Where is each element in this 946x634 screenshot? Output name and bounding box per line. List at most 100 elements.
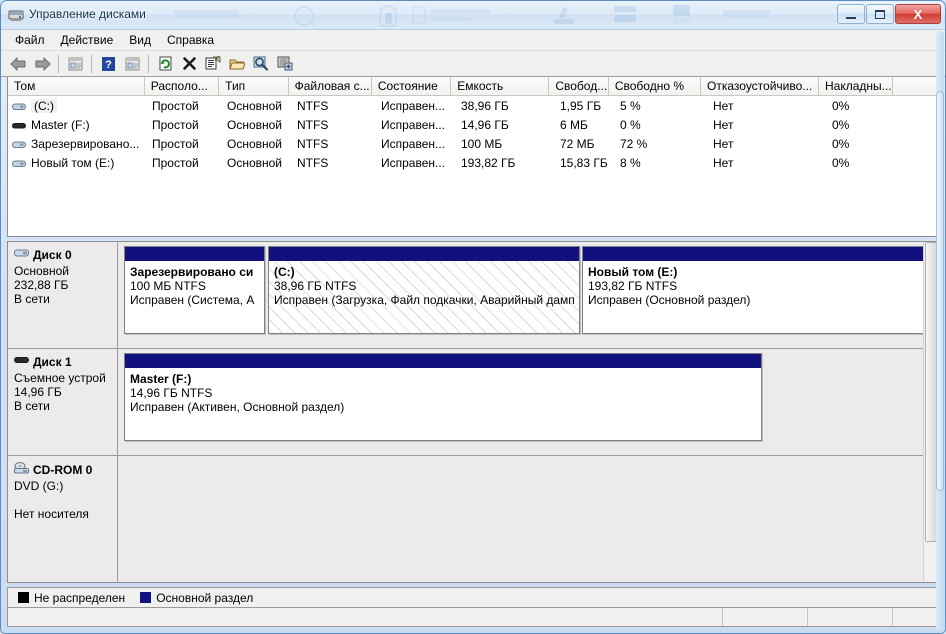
partition-e-drive[interactable]: Новый том (E:) 193,82 ГБ NTFS Исправен (…	[582, 246, 938, 334]
column-header-free-space[interactable]: Свобод...	[549, 77, 609, 95]
cell-volume[interactable]: (C:)	[8, 98, 146, 113]
disk-name-label: CD-ROM 0	[33, 462, 93, 477]
status-cell-0	[8, 608, 723, 626]
disk-size-label: 14,96 ГБ	[14, 385, 62, 399]
legend-bar: Не распределен Основной раздел	[7, 587, 939, 607]
table-row[interactable]: (C:) Простой Основной NTFS Исправен... 3…	[8, 96, 938, 115]
help-icon[interactable]: ?	[97, 53, 119, 75]
column-header-filesystem[interactable]: Файловая с...	[288, 77, 372, 95]
cell-type: Основной	[227, 117, 283, 132]
cell-layout: Простой	[152, 117, 199, 132]
disk-info-1[interactable]: Диск 1 Съемное устрой 14,96 ГБ В сети	[8, 349, 118, 455]
forward-arrow-icon[interactable]	[31, 53, 53, 75]
window-title: Управление дисками	[29, 7, 146, 21]
volume-name-label: Master (F:)	[31, 117, 90, 132]
disk-row-1[interactable]: Диск 1 Съемное устрой 14,96 ГБ В сети Ma…	[8, 349, 938, 456]
disk-title-0: Диск 0	[14, 248, 113, 262]
cell-capacity: 193,82 ГБ	[461, 155, 516, 170]
disk-partitions-0: Зарезервировано си 100 МБ NTFS Исправен …	[118, 242, 938, 348]
toolbar-separator-1	[58, 54, 59, 73]
menu-item-view[interactable]: Вид	[121, 31, 159, 49]
column-header-capacity[interactable]: Емкость	[451, 77, 550, 95]
title-bar: Управление дисками X	[1, 1, 945, 30]
status-cell-3	[893, 608, 938, 626]
column-header-status[interactable]: Состояние	[371, 77, 452, 95]
table-row[interactable]: Master (F:) Простой Основной NTFS Исправ…	[8, 115, 938, 134]
cell-filesystem: NTFS	[297, 98, 329, 113]
no-media-area	[118, 456, 938, 582]
status-cell-1	[723, 608, 808, 626]
disk-row-0[interactable]: Диск 0 Основной 232,88 ГБ В сети Зарезер…	[8, 242, 938, 349]
disk-partitions-cdrom	[118, 456, 938, 582]
column-header-fault-tolerance[interactable]: Отказоустойчиво...	[701, 77, 819, 95]
cell-overhead: 0%	[832, 117, 850, 132]
volume-name-label: (C:)	[31, 98, 57, 113]
partition-title: Новый том (E:)	[588, 265, 678, 279]
cell-status: Исправен...	[381, 117, 446, 132]
maximize-button[interactable]	[866, 4, 894, 24]
properties-icon[interactable]	[202, 53, 224, 75]
menu-item-help[interactable]: Справка	[159, 31, 222, 49]
cell-overhead: 0%	[832, 98, 850, 113]
legend-label-unallocated: Не распределен	[34, 590, 126, 605]
partition-details: Новый том (E:) 193,82 ГБ NTFS Исправен (…	[583, 261, 938, 333]
refresh-icon[interactable]	[154, 53, 176, 75]
column-header-free-percent[interactable]: Свободно %	[608, 77, 702, 95]
cell-free-space: 6 МБ	[560, 117, 588, 132]
cell-volume[interactable]: Master (F:)	[8, 118, 146, 132]
delete-icon[interactable]	[178, 53, 200, 75]
partition-color-bar	[583, 247, 938, 261]
legend-swatch-primary-partition	[140, 592, 152, 603]
disk-type-label: Основной	[14, 264, 70, 278]
partition-details: Master (F:) 14,96 ГБ NTFS Исправен (Акти…	[125, 368, 761, 440]
partition-system-reserved[interactable]: Зарезервировано си 100 МБ NTFS Исправен …	[124, 246, 265, 334]
column-header-type[interactable]: Тип	[219, 77, 289, 95]
search-icon[interactable]	[250, 53, 272, 75]
cell-capacity: 100 МБ	[461, 136, 503, 151]
partition-title: (C:)	[274, 265, 295, 279]
cell-capacity: 38,96 ГБ	[461, 98, 509, 113]
disk-info-0[interactable]: Диск 0 Основной 232,88 ГБ В сети	[8, 242, 118, 348]
cell-volume[interactable]: Новый том (E:)	[8, 156, 146, 170]
cdrom-drive-letter-label: DVD (G:)	[14, 479, 64, 493]
close-button[interactable]: X	[895, 4, 941, 24]
partition-color-bar	[125, 354, 761, 368]
cell-volume[interactable]: Зарезервировано...	[8, 137, 146, 151]
volume-list-header: Том Располо... Тип Файловая с... Состоян…	[8, 77, 938, 96]
cell-free-percent: 0 %	[620, 117, 641, 132]
cell-layout: Простой	[152, 98, 199, 113]
table-row[interactable]: Зарезервировано... Простой Основной NTFS…	[8, 134, 938, 153]
menu-bar: Файл Действие Вид Справка	[1, 30, 945, 51]
cdrom-icon	[14, 462, 29, 477]
menu-item-file[interactable]: Файл	[7, 31, 53, 49]
show-hide-console-tree-icon[interactable]	[121, 53, 143, 75]
window-scrollbar-thumb[interactable]	[936, 91, 944, 491]
column-header-volume[interactable]: Том	[8, 77, 145, 95]
back-arrow-icon[interactable]	[7, 53, 29, 75]
column-header-overhead[interactable]: Накладны...	[818, 77, 894, 95]
open-folder-icon[interactable]	[226, 53, 248, 75]
partition-size-fs: 14,96 ГБ NTFS	[130, 386, 213, 400]
disk-row-cdrom[interactable]: CD-ROM 0 DVD (G:) Нет носителя	[8, 456, 938, 582]
window-controls: X	[837, 4, 941, 24]
partition-size-fs: 193,82 ГБ NTFS	[588, 279, 678, 293]
window-vertical-scrollbar[interactable]	[936, 31, 944, 631]
cell-capacity: 14,96 ГБ	[461, 117, 509, 132]
toolbar: ?	[1, 51, 945, 77]
table-row[interactable]: Новый том (E:) Простой Основной NTFS Исп…	[8, 153, 938, 172]
partition-size-fs: 100 МБ NTFS	[130, 279, 206, 293]
partition-c-drive[interactable]: (C:) 38,96 ГБ NTFS Исправен (Загрузка, Ф…	[268, 246, 580, 334]
minimize-button[interactable]	[837, 4, 865, 24]
cell-free-space: 1,95 ГБ	[560, 98, 602, 113]
menu-item-action[interactable]: Действие	[53, 31, 122, 49]
cell-free-space: 72 МБ	[560, 136, 595, 151]
disk-info-cdrom[interactable]: CD-ROM 0 DVD (G:) Нет носителя	[8, 456, 118, 582]
cell-type: Основной	[227, 136, 283, 151]
rescan-disks-icon[interactable]	[274, 53, 296, 75]
disk-management-window: Управление дисками X Файл Действие Вид С…	[0, 0, 946, 634]
column-header-layout[interactable]: Располо...	[144, 77, 220, 95]
partition-f-drive[interactable]: Master (F:) 14,96 ГБ NTFS Исправен (Акти…	[124, 353, 762, 441]
cell-fault-tolerance: Нет	[713, 155, 734, 170]
cell-filesystem: NTFS	[297, 117, 329, 132]
up-one-level-icon[interactable]	[64, 53, 86, 75]
